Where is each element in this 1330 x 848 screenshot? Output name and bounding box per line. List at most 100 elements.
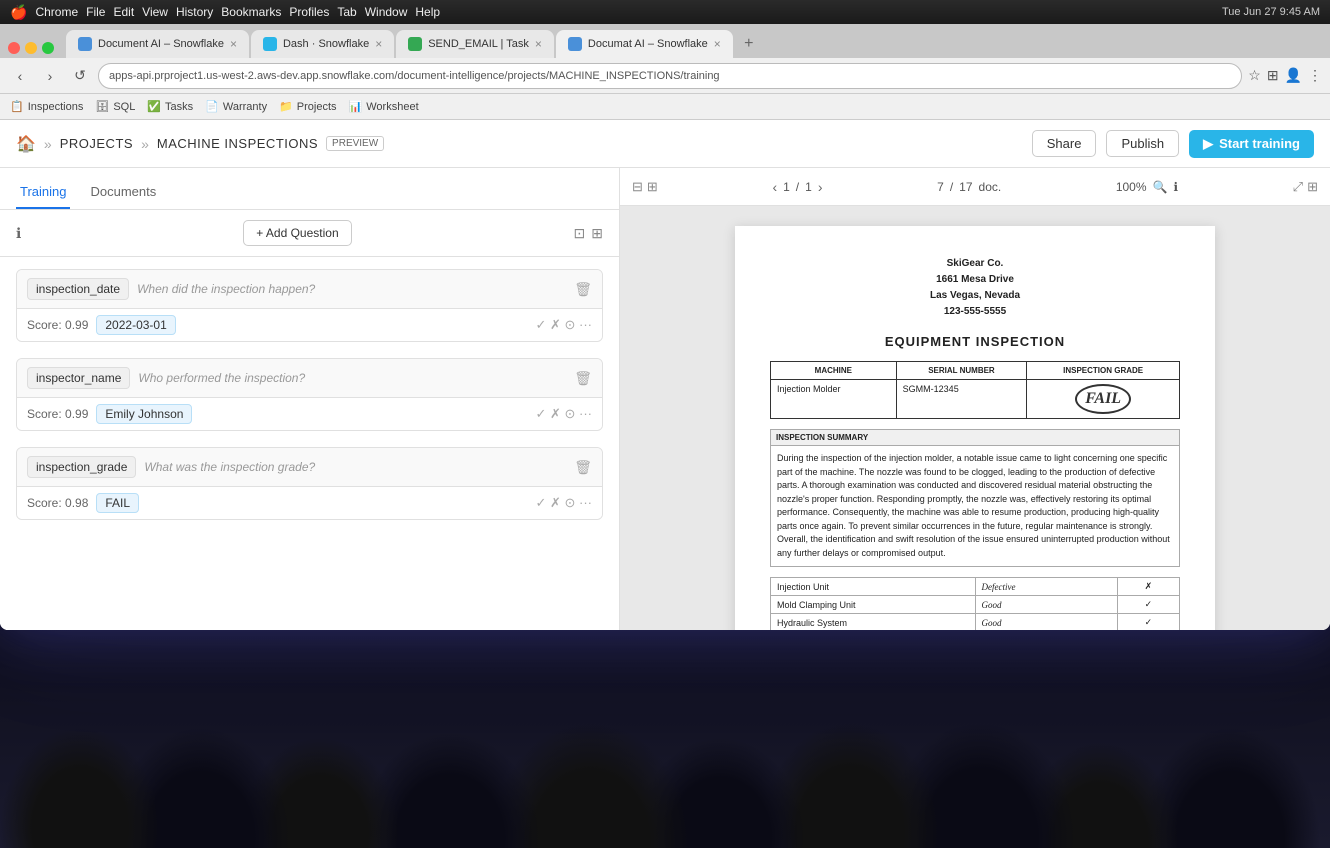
menu-tab[interactable]: Tab	[337, 5, 356, 19]
component-name: Mold Clamping Unit	[771, 596, 976, 614]
field-question-3: What was the inspection grade?	[144, 460, 566, 474]
bookmark-icon-4: 📄	[205, 100, 219, 113]
doc-page-sep: /	[796, 180, 799, 194]
tab-close-1[interactable]: ×	[230, 37, 237, 51]
new-tab-button[interactable]: +	[735, 30, 763, 58]
doc-total-num: 17	[959, 180, 972, 194]
menu-view[interactable]: View	[142, 5, 168, 19]
tab-document-ai-1[interactable]: Document AI – Snowflake ×	[66, 30, 249, 58]
apple-icon[interactable]: 🍎	[10, 4, 27, 21]
doc-page-current: 1	[783, 180, 790, 194]
field-question-2: Who performed the inspection?	[138, 371, 566, 385]
field-card-inspector-name: inspector_name Who performed the inspect…	[16, 358, 603, 431]
component-check: ✓	[1117, 614, 1179, 631]
bookmark-icon-2: 🗄	[95, 100, 109, 113]
fields-container: inspection_date When did the inspection …	[0, 257, 619, 630]
share-button[interactable]: Share	[1032, 130, 1097, 157]
expand-panel-icon[interactable]: ⊞	[647, 179, 658, 195]
component-check: ✗	[1117, 578, 1179, 596]
refresh-button[interactable]: ↺	[68, 64, 92, 88]
menu-history[interactable]: History	[176, 5, 213, 19]
tab-close-2[interactable]: ×	[375, 37, 382, 51]
breadcrumb-projects[interactable]: PROJECTS	[60, 136, 133, 151]
company-name: SkiGear Co.	[770, 256, 1180, 272]
mac-menubar: 🍎 Chrome File Edit View History Bookmark…	[0, 0, 1330, 24]
minimize-window-btn[interactable]	[25, 42, 37, 54]
more-options-icon[interactable]: ⋮	[1308, 67, 1322, 84]
menu-chrome[interactable]: Chrome	[35, 5, 78, 19]
forward-button[interactable]: ›	[38, 64, 62, 88]
fullscreen-window-btn[interactable]	[42, 42, 54, 54]
tab-label-1: Document AI – Snowflake	[98, 38, 224, 50]
menu-file[interactable]: File	[86, 5, 105, 19]
bookmark-tasks[interactable]: ✅ Tasks	[147, 100, 193, 113]
menu-help[interactable]: Help	[415, 5, 440, 19]
company-phone: 123-555-5555	[770, 304, 1180, 320]
component-row: Injection Unit Defective ✗	[771, 578, 1180, 596]
field-score-1: Score: 0.99	[27, 318, 88, 332]
add-question-button[interactable]: + Add Question	[243, 220, 351, 246]
tab-label-4: Documat AI – Snowflake	[588, 38, 708, 50]
profile-icon[interactable]: 👤	[1285, 67, 1302, 84]
start-training-button[interactable]: ▶ Start training	[1189, 130, 1314, 158]
tab-send-email[interactable]: SEND_EMAIL | Task ×	[396, 30, 554, 58]
tab-close-3[interactable]: ×	[535, 37, 542, 51]
field-delete-2[interactable]: 🗑	[574, 370, 592, 387]
doc-content-area: SkiGear Co. 1661 Mesa Drive Las Vegas, N…	[620, 206, 1330, 630]
collapse-icon[interactable]: ⊡	[574, 225, 586, 242]
bookmark-star-icon[interactable]: ☆	[1248, 67, 1261, 84]
address-bar-url: apps-api.prproject1.us-west-2.aws-dev.ap…	[109, 70, 720, 82]
zoom-info-icon[interactable]: ℹ	[1173, 180, 1178, 194]
menu-window[interactable]: Window	[365, 5, 408, 19]
tab-training[interactable]: Training	[16, 176, 70, 209]
expand-icon[interactable]: ⊞	[591, 225, 603, 242]
table-header-grade: INSPECTION GRADE	[1027, 362, 1180, 380]
bookmark-icon-5: 📁	[279, 100, 293, 113]
doc-expand-icon[interactable]: ⤢	[1293, 179, 1303, 195]
tab-documents[interactable]: Documents	[86, 176, 160, 209]
field-delete-3[interactable]: 🗑	[574, 459, 592, 476]
doc-company-header: SkiGear Co. 1661 Mesa Drive Las Vegas, N…	[770, 256, 1180, 320]
zoom-in-icon[interactable]: 🔍	[1153, 180, 1168, 194]
menu-bookmarks[interactable]: Bookmarks	[221, 5, 281, 19]
publish-button[interactable]: Publish	[1106, 130, 1179, 157]
bookmark-label-5: Projects	[297, 101, 337, 113]
field-delete-1[interactable]: 🗑	[574, 281, 592, 298]
back-button[interactable]: ‹	[8, 64, 32, 88]
tab-favicon-3	[408, 37, 422, 51]
bookmark-sql[interactable]: 🗄 SQL	[95, 100, 135, 113]
home-icon[interactable]: 🏠	[16, 134, 36, 154]
doc-next-page[interactable]: ›	[818, 179, 823, 195]
left-panel: Training Documents ℹ + Add Question ⊡ ⊞	[0, 168, 620, 630]
mac-datetime: Tue Jun 27 9:45 AM	[1222, 6, 1320, 18]
table-header-machine: MACHINE	[771, 362, 897, 380]
bookmark-inspections[interactable]: 📋 Inspections	[10, 100, 83, 113]
breadcrumb-separator-2: »	[141, 136, 149, 152]
collapse-panel-icon[interactable]: ⊟	[632, 179, 643, 195]
tab-document-ai-active[interactable]: Documat AI – Snowflake ×	[556, 30, 733, 58]
doc-slash: /	[950, 180, 953, 194]
doc-fullscreen-icon[interactable]: ⊞	[1307, 179, 1318, 195]
company-address2: Las Vegas, Nevada	[770, 288, 1180, 304]
left-panel-toolbar: ℹ + Add Question ⊡ ⊞	[0, 210, 619, 257]
browser-window: Document AI – Snowflake × Dash · Snowfla…	[0, 24, 1330, 630]
address-bar[interactable]: apps-api.prproject1.us-west-2.aws-dev.ap…	[98, 63, 1242, 89]
field-name-2: inspector_name	[27, 367, 130, 389]
tab-close-4[interactable]: ×	[714, 37, 721, 51]
info-icon[interactable]: ℹ	[16, 225, 21, 242]
field-score-3: Score: 0.98	[27, 496, 88, 510]
menu-profiles[interactable]: Profiles	[289, 5, 329, 19]
tab-dash[interactable]: Dash · Snowflake ×	[251, 30, 394, 58]
bookmarks-bar: 📋 Inspections 🗄 SQL ✅ Tasks 📄 Warranty 📁…	[0, 94, 1330, 120]
component-row: Hydraulic System Good ✓	[771, 614, 1180, 631]
doc-prev-page[interactable]: ‹	[772, 179, 777, 195]
extensions-icon[interactable]: ⊞	[1267, 67, 1279, 84]
bookmark-worksheet[interactable]: 📊 Worksheet	[349, 100, 419, 113]
menu-edit[interactable]: Edit	[113, 5, 134, 19]
play-icon: ▶	[1203, 136, 1213, 152]
component-table: Injection Unit Defective ✗ Mold Clamping…	[770, 577, 1180, 630]
bookmark-warranty[interactable]: 📄 Warranty	[205, 100, 267, 113]
breadcrumb-current: MACHINE INSPECTIONS	[157, 136, 318, 151]
close-window-btn[interactable]	[8, 42, 20, 54]
bookmark-projects[interactable]: 📁 Projects	[279, 100, 336, 113]
